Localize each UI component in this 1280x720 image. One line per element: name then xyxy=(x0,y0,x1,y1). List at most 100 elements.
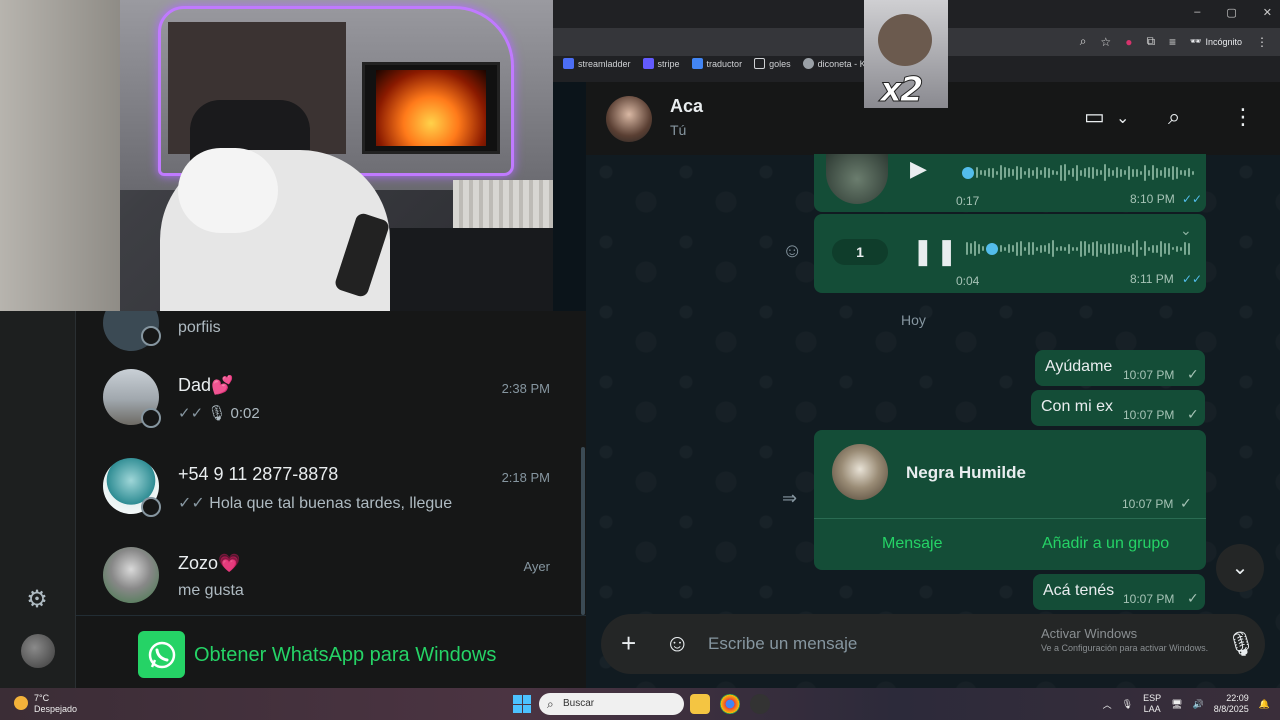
waveform-bar xyxy=(1016,165,1018,180)
waveform-bar xyxy=(1160,240,1162,257)
tray-mic-icon[interactable]: 🎙 xyxy=(1122,699,1133,710)
notification-bell-icon[interactable]: 🔔 xyxy=(1259,699,1270,710)
search-icon[interactable]: ⌕ xyxy=(1168,104,1180,130)
waveform-bar xyxy=(1172,247,1174,250)
incognito-indicator[interactable]: 🕶 Incógnito xyxy=(1190,36,1242,47)
emoji-react-icon[interactable]: ☺ xyxy=(782,240,802,263)
message-composer: + ☺ Escribe un mensaje Activar Windows V… xyxy=(601,614,1265,674)
waveform-bar xyxy=(1056,170,1058,175)
waveform-bar xyxy=(1028,167,1030,178)
volume-icon[interactable]: 🔊 xyxy=(1193,699,1204,710)
contact-subtitle: Tú xyxy=(670,122,687,138)
bookmark-streamladder[interactable]: streamladder xyxy=(563,58,631,69)
waveform xyxy=(962,164,1194,181)
tray-chevron-icon[interactable]: ︿ xyxy=(1103,698,1112,711)
maximize-button[interactable]: ▢ xyxy=(1226,6,1236,19)
waveform-bar xyxy=(1024,170,1026,175)
contact-avatar[interactable] xyxy=(606,96,652,142)
message-contact-button[interactable]: Mensaje xyxy=(882,535,942,553)
waveform-bar xyxy=(1112,243,1114,254)
pause-icon[interactable]: ❚❚ xyxy=(912,236,960,267)
waveform-bar xyxy=(1168,168,1170,177)
double-tick-icon: ✓✓ xyxy=(178,405,204,422)
chrome-icon[interactable] xyxy=(720,694,740,714)
playback-speed-button[interactable]: 1 xyxy=(832,239,888,265)
menu-kebab-icon[interactable]: ⋮ xyxy=(1256,35,1268,49)
waveform-bar xyxy=(1188,242,1190,255)
waveform-bar xyxy=(1020,166,1022,179)
waveform-bar xyxy=(1172,165,1174,180)
waveform-bar xyxy=(1072,168,1074,177)
extensions-puzzle-icon[interactable]: ⧉ xyxy=(1146,34,1155,49)
chevron-down-icon[interactable]: ⌄ xyxy=(1180,222,1192,239)
activate-windows-subtitle: Ve a Configuración para activar Windows. xyxy=(1041,643,1209,653)
start-windows-icon[interactable] xyxy=(513,695,531,713)
bookmark-stripe[interactable]: stripe xyxy=(642,58,680,69)
get-whatsapp-windows-banner[interactable]: Obtener WhatsApp para Windows xyxy=(76,615,586,688)
webcam-bag xyxy=(390,228,553,311)
waveform-bar xyxy=(1192,170,1194,175)
tab-search-icon[interactable]: ≡ xyxy=(1169,35,1176,49)
zoom-icon[interactable]: ⌕ xyxy=(1080,34,1087,49)
taskbar-search[interactable]: ⌕ Buscar xyxy=(539,693,684,715)
bookmark-traductor[interactable]: traductor xyxy=(691,58,742,69)
voice-duration: 0:17 xyxy=(956,194,980,208)
microphone-icon[interactable]: 🎙 xyxy=(1226,630,1256,659)
waveform-bar xyxy=(1024,246,1026,251)
waveform-bar xyxy=(1128,245,1130,252)
minimize-button[interactable]: – xyxy=(1194,6,1200,19)
sticker-emoji-icon[interactable]: ☺ xyxy=(665,630,690,658)
contact-card-avatar xyxy=(832,444,888,500)
chat-list-item[interactable]: +54 9 11 2877-8878 2:18 PM ✓✓ Hola que t… xyxy=(76,448,572,536)
taskbar-clock[interactable]: 22:09 8/8/2025 xyxy=(1214,693,1249,715)
profile-avatar[interactable] xyxy=(21,634,55,668)
waveform-bar xyxy=(1140,170,1142,175)
attach-plus-icon[interactable]: + xyxy=(621,628,636,659)
message-input[interactable]: Escribe un mensaje xyxy=(708,634,857,654)
chat-time: 2:18 PM xyxy=(501,470,550,485)
forward-icon[interactable]: ⇒ xyxy=(782,488,797,509)
weather-widget[interactable]: 7°C Despejado xyxy=(14,693,77,715)
waveform-bar xyxy=(1176,166,1178,179)
read-ticks-icon: ✓✓ xyxy=(1182,272,1203,286)
menu-kebab-icon[interactable]: ⋮ xyxy=(1232,104,1254,130)
file-explorer-icon[interactable] xyxy=(690,694,710,714)
chat-list-scrollbar[interactable] xyxy=(581,447,585,615)
language-indicator[interactable]: ESP LAA xyxy=(1143,693,1161,715)
video-call-icon[interactable]: ▭ xyxy=(1084,104,1105,130)
waveform-bar xyxy=(1064,246,1066,251)
chat-name: Zozo💗 xyxy=(178,553,241,573)
chevron-down-icon[interactable]: ⌄ xyxy=(1116,108,1129,128)
chat-preview: ✓✓ Hola que tal buenas tardes, llegue xyxy=(178,495,453,512)
extension-badge-icon[interactable]: ● xyxy=(1125,35,1132,49)
message-time: 10:07 PM xyxy=(1123,592,1175,606)
chat-list-item[interactable]: Dad💕 2:38 PM ✓✓ 🎙 0:02 xyxy=(76,359,572,447)
add-to-group-button[interactable]: Añadir a un grupo xyxy=(1042,535,1169,553)
streamladder-icon xyxy=(563,58,574,69)
waveform-bar xyxy=(1084,241,1086,256)
waveform-bar xyxy=(1076,246,1078,251)
close-window-button[interactable]: ✕ xyxy=(1263,6,1272,19)
waveform-bar xyxy=(1032,169,1034,176)
scroll-to-bottom-button[interactable]: ⌄ xyxy=(1216,544,1264,592)
waveform-bar xyxy=(986,242,998,255)
voice-duration: 0:04 xyxy=(956,274,980,288)
waveform-bar xyxy=(1152,244,1154,253)
play-icon[interactable]: ▶ xyxy=(910,156,927,182)
bookmark-goles[interactable]: goles xyxy=(754,58,791,69)
settings-gear-icon[interactable]: ⚙ xyxy=(24,587,50,613)
message-bubble: Con mi ex 10:07 PM ✓ xyxy=(1031,390,1205,426)
waveform-bar xyxy=(1116,243,1118,254)
network-icon[interactable]: 🖥 xyxy=(1171,699,1182,710)
waveform-bar xyxy=(1132,168,1134,177)
contact-card-bubble: Negra Humilde 10:07 PM ✓ Mensaje Añadir … xyxy=(814,430,1206,570)
voice-message-bubble: ▶ 0:17 8:10 PM ✓✓ xyxy=(814,154,1206,212)
chat-list-item[interactable]: Zozo💗 Ayer me gusta xyxy=(76,537,572,625)
waveform-bar xyxy=(1060,246,1062,251)
waveform-bar xyxy=(1156,244,1158,253)
waveform-bar xyxy=(1124,170,1126,175)
waveform-bar xyxy=(978,243,980,254)
bookmark-star-icon[interactable]: ☆ xyxy=(1100,35,1111,49)
obs-icon[interactable] xyxy=(750,694,770,714)
waveform-bar xyxy=(1068,170,1070,175)
